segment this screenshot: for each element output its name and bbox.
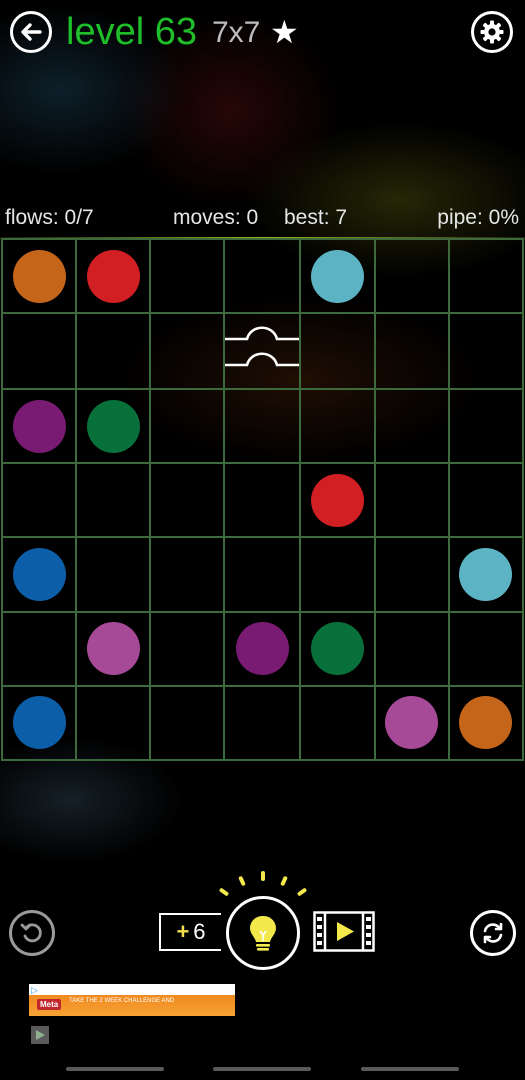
- board-cell[interactable]: [448, 685, 523, 760]
- nav-home-pill[interactable]: [213, 1067, 311, 1071]
- hint-button[interactable]: [226, 896, 300, 970]
- hint-count: 6: [193, 919, 206, 944]
- orange-dot[interactable]: [12, 249, 66, 303]
- board-cell[interactable]: [2, 313, 77, 390]
- bridge-icon: [225, 326, 300, 367]
- board-cell[interactable]: [374, 537, 449, 612]
- ad-info-icon[interactable]: ▷: [31, 985, 38, 995]
- board-cell[interactable]: [300, 685, 375, 760]
- board-cell[interactable]: [76, 537, 151, 612]
- board-cell[interactable]: [76, 239, 151, 314]
- red-dot[interactable]: [311, 473, 365, 527]
- green-dot[interactable]: [86, 399, 140, 453]
- pink-dot[interactable]: [86, 622, 140, 676]
- restart-icon: [483, 922, 503, 944]
- back-arrow-icon: [21, 23, 42, 41]
- board-cell[interactable]: [374, 313, 449, 390]
- undo-icon: [20, 923, 42, 943]
- orange-dot[interactable]: [459, 696, 513, 750]
- video-play-icon: [313, 911, 375, 952]
- back-button[interactable]: [10, 11, 52, 53]
- board-cell[interactable]: [150, 389, 225, 464]
- pink-dot[interactable]: [385, 696, 439, 750]
- purple-dot[interactable]: [235, 622, 289, 676]
- board-cell[interactable]: [448, 389, 523, 464]
- board-cell[interactable]: [2, 463, 77, 538]
- ad-headline: TAKE THE 2 WEEK CHALLENGE AND: [69, 998, 175, 1004]
- undo-button[interactable]: [9, 910, 55, 956]
- game-board[interactable]: [1, 238, 524, 761]
- board-cell[interactable]: [150, 685, 225, 760]
- ad-logo: Meta: [37, 999, 62, 1010]
- restart-button[interactable]: [470, 910, 516, 956]
- board-cell[interactable]: [224, 463, 301, 538]
- board-cell[interactable]: [224, 685, 301, 760]
- board-cell[interactable]: [224, 611, 301, 686]
- gear-icon: [480, 20, 504, 44]
- best-counter: best: 7: [284, 206, 348, 229]
- board-cell[interactable]: [150, 313, 225, 390]
- board-cell[interactable]: [224, 239, 301, 314]
- board-cell[interactable]: [300, 389, 375, 464]
- nav-back-pill[interactable]: [66, 1067, 164, 1071]
- pipe-percentage: pipe: 0%: [437, 206, 519, 229]
- red-dot[interactable]: [86, 249, 140, 303]
- board-cell[interactable]: [374, 239, 449, 314]
- settings-button[interactable]: [471, 11, 513, 53]
- board-cell[interactable]: [76, 389, 151, 464]
- board-cell[interactable]: [76, 463, 151, 538]
- lightbulb-icon: [250, 916, 276, 951]
- board-cell[interactable]: [300, 239, 375, 314]
- play-store-icon: [36, 1030, 45, 1040]
- cyan-dot[interactable]: [459, 548, 513, 602]
- board-cell[interactable]: [374, 389, 449, 464]
- board-cell[interactable]: [374, 685, 449, 760]
- board-cell[interactable]: [2, 239, 77, 314]
- star-icon: ★: [270, 14, 299, 50]
- ad-app-icon[interactable]: [31, 1026, 49, 1044]
- board-cell[interactable]: [2, 611, 77, 686]
- board-cell[interactable]: [2, 537, 77, 612]
- purple-dot[interactable]: [12, 399, 66, 453]
- green-dot[interactable]: [311, 622, 365, 676]
- board-cell[interactable]: [76, 685, 151, 760]
- grid-size-label: 7x7: [212, 16, 261, 49]
- board-cell[interactable]: [2, 389, 77, 464]
- board-cell[interactable]: [374, 463, 449, 538]
- board-cell[interactable]: [224, 537, 301, 612]
- board-cell[interactable]: [374, 611, 449, 686]
- board-cell[interactable]: [224, 389, 301, 464]
- hint-plus-sign: +: [176, 919, 190, 944]
- level-title: level 63: [66, 11, 197, 53]
- watch-video-button[interactable]: [313, 911, 375, 952]
- cyan-dot[interactable]: [311, 249, 365, 303]
- board-cell[interactable]: [2, 685, 77, 760]
- nav-recents-pill[interactable]: [361, 1067, 459, 1071]
- board-cell[interactable]: [448, 463, 523, 538]
- moves-counter: moves: 0: [173, 206, 259, 229]
- board-cell[interactable]: [76, 313, 151, 390]
- board-cell[interactable]: [150, 239, 225, 314]
- board-cell[interactable]: [300, 313, 375, 390]
- board-cell[interactable]: [300, 537, 375, 612]
- board-cell[interactable]: [150, 611, 225, 686]
- board-cell[interactable]: [448, 611, 523, 686]
- blue-dot[interactable]: [12, 696, 66, 750]
- ad-banner[interactable]: ▷ Meta TAKE THE 2 WEEK CHALLENGE AND: [29, 984, 235, 1016]
- board-cell[interactable]: [224, 313, 301, 390]
- hint-counter[interactable]: + 6: [159, 913, 221, 951]
- board-cell[interactable]: [448, 537, 523, 612]
- blue-dot[interactable]: [12, 548, 66, 602]
- board-cell[interactable]: [300, 463, 375, 538]
- flows-counter: flows: 0/7: [5, 206, 94, 229]
- board-cell[interactable]: [150, 463, 225, 538]
- board-cell[interactable]: [448, 239, 523, 314]
- board-cell[interactable]: [150, 537, 225, 612]
- board-cell[interactable]: [300, 611, 375, 686]
- board-cell[interactable]: [448, 313, 523, 390]
- board-cell[interactable]: [76, 611, 151, 686]
